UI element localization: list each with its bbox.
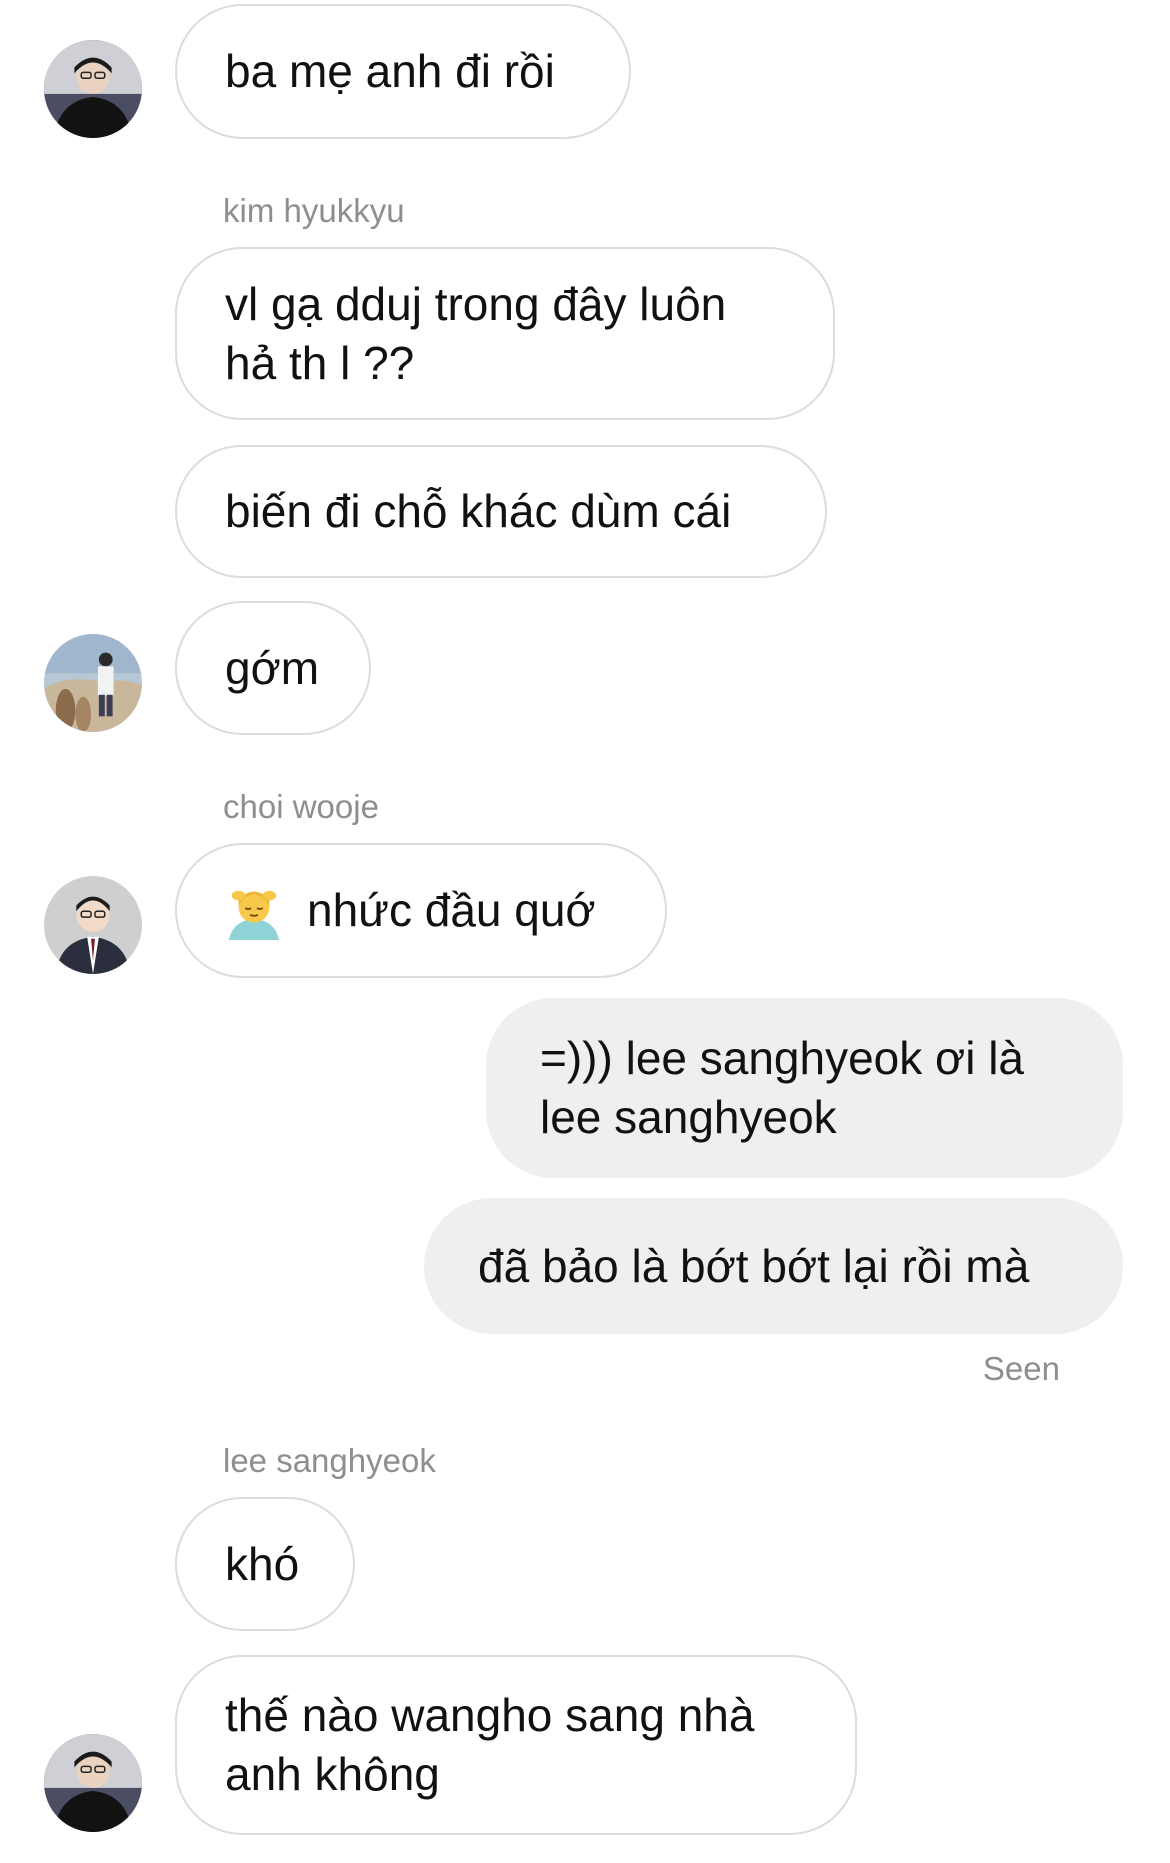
sender-name: kim hyukkyu: [223, 192, 405, 229]
outgoing-message-bubble[interactable]: =))) lee sanghyeok ơi là lee sanghyeok: [486, 998, 1123, 1178]
message-text: ba mẹ anh đi rồi: [225, 45, 555, 97]
message-text: biến đi chỗ khác dùm cái: [225, 485, 732, 537]
message-bubble[interactable]: ba mẹ anh đi rồi: [175, 4, 631, 139]
message-text: vl gạ dduj trong đây luôn hả th l ??: [225, 277, 727, 389]
message-bubble[interactable]: khó: [175, 1497, 355, 1631]
message-text: =))) lee sanghyeok ơi là lee sanghyeok: [540, 1032, 1025, 1143]
avatar[interactable]: [44, 1734, 142, 1832]
chat-thread[interactable]: ba mẹ anh đi rồi kim hyukkyu vl gạ dduj …: [0, 0, 1170, 1863]
message-text: đã bảo là bớt bớt lại rồi mà: [478, 1239, 1030, 1292]
message-bubble[interactable]: biến đi chỗ khác dùm cái: [175, 445, 827, 578]
message-text: gớm: [225, 641, 320, 694]
message-text: nhức đầu quớ: [307, 884, 596, 936]
user-avatar-icon: [44, 40, 142, 138]
message-bubble[interactable]: vl gạ dduj trong đây luôn hả th l ??: [175, 247, 835, 420]
user-avatar-icon: [44, 876, 142, 974]
face-massage-emoji-icon: [228, 890, 280, 940]
seen-status: Seen: [982, 1350, 1060, 1387]
user-avatar-icon: [44, 1734, 142, 1832]
avatar[interactable]: [44, 634, 142, 732]
outgoing-message-bubble[interactable]: đã bảo là bớt bớt lại rồi mà: [424, 1198, 1123, 1334]
message-bubble[interactable]: thế nào wangho sang nhà anh không: [175, 1655, 857, 1835]
sender-name: lee sanghyeok: [223, 1442, 436, 1479]
message-text: khó: [225, 1537, 300, 1590]
message-bubble[interactable]: nhức đầu quớ: [175, 843, 667, 978]
message-text: thế nào wangho sang nhà anh không: [225, 1689, 755, 1800]
avatar[interactable]: [44, 876, 142, 974]
avatar[interactable]: [44, 40, 142, 138]
sender-name: choi wooje: [223, 788, 379, 825]
message-bubble[interactable]: gớm: [175, 601, 371, 735]
user-avatar-icon: [44, 634, 142, 732]
